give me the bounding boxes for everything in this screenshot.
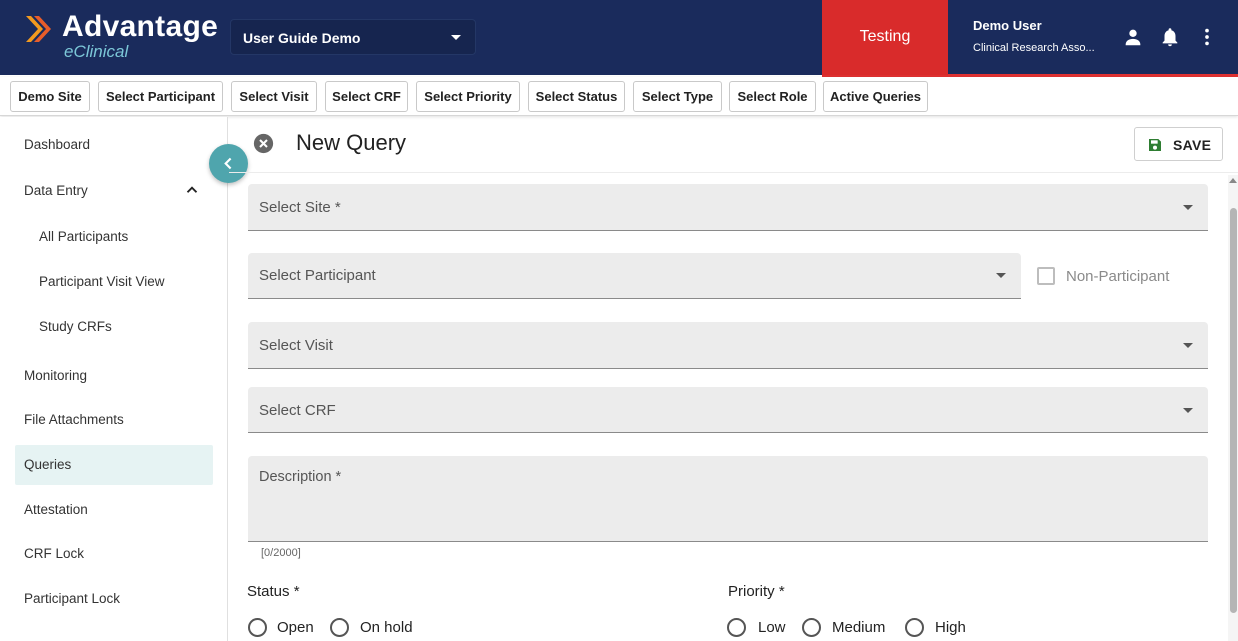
non-participant-checkbox[interactable] — [1037, 267, 1055, 285]
sidebar-item-dashboard[interactable]: Dashboard — [15, 125, 213, 165]
user-name: Demo User — [973, 18, 1042, 33]
caret-down-icon — [1183, 205, 1193, 210]
status-on-hold-label: On hold — [360, 619, 413, 636]
form-scrollbar-thumb[interactable] — [1230, 208, 1237, 613]
logo-subtitle: eClinical — [64, 42, 129, 61]
filter-priority[interactable]: Select Priority — [416, 81, 520, 112]
description-label: Description * — [259, 469, 342, 485]
crf-select-label: Select CRF — [259, 402, 336, 419]
chevron-up-icon — [186, 186, 198, 193]
site-select[interactable]: Select Site * — [248, 184, 1208, 231]
status-open-radio[interactable] — [248, 618, 267, 637]
priority-high-label: High — [935, 619, 966, 636]
site-select-label: Select Site * — [259, 199, 341, 216]
sidebar-item-attestation[interactable]: Attestation — [15, 490, 213, 530]
description-char-counter: [0/2000] — [261, 547, 301, 559]
status-label: Status * — [247, 583, 300, 600]
priority-low-label: Low — [758, 619, 786, 636]
sidebar-item-data-entry[interactable]: Data Entry — [15, 171, 213, 211]
study-select-value: User Guide Demo — [243, 30, 361, 46]
sidebar-item-file-attachments[interactable]: File Attachments — [15, 400, 213, 440]
page-title: New Query — [296, 130, 407, 155]
non-participant-label: Non-Participant — [1066, 268, 1170, 285]
filter-crf[interactable]: Select CRF — [325, 81, 408, 112]
person-icon[interactable] — [1122, 26, 1144, 48]
save-label: SAVE — [1173, 137, 1212, 153]
priority-medium-label: Medium — [832, 619, 886, 636]
sidebar-item-participant-visit-view[interactable]: Participant Visit View — [15, 262, 213, 302]
status-on-hold-radio[interactable] — [330, 618, 349, 637]
sidebar-item-monitoring[interactable]: Monitoring — [15, 356, 213, 396]
priority-low-radio[interactable] — [727, 618, 746, 637]
sidebar-item-study-crfs[interactable]: Study CRFs — [15, 307, 213, 347]
caret-down-icon — [1183, 408, 1193, 413]
sidebar-item-all-participants[interactable]: All Participants — [15, 217, 213, 257]
sidebar-item-queries[interactable]: Queries — [15, 445, 213, 485]
filter-visit[interactable]: Select Visit — [231, 81, 317, 112]
visit-select[interactable]: Select Visit — [248, 322, 1208, 369]
filter-bar: Demo Site Select Participant Select Visi… — [0, 77, 1238, 116]
filter-active-queries[interactable]: Active Queries — [823, 81, 928, 112]
caret-down-icon — [996, 273, 1006, 278]
participant-select[interactable]: Select Participant — [248, 253, 1021, 299]
user-role: Clinical Research Asso... — [973, 42, 1095, 54]
priority-medium-radio[interactable] — [802, 618, 821, 637]
close-icon[interactable] — [253, 133, 274, 154]
bell-icon[interactable] — [1159, 26, 1181, 48]
study-select[interactable]: User Guide Demo — [230, 19, 476, 55]
advantage-logo-icon — [26, 16, 51, 42]
description-textarea[interactable]: Description * — [248, 456, 1208, 542]
caret-down-icon — [451, 35, 461, 40]
caret-down-icon — [1183, 343, 1193, 348]
logo-title: Advantage — [62, 10, 219, 43]
save-button[interactable]: SAVE — [1134, 127, 1223, 161]
sidebar-item-label: Data Entry — [24, 183, 88, 198]
filter-role[interactable]: Select Role — [729, 81, 816, 112]
filter-participant[interactable]: Select Participant — [98, 81, 223, 112]
app-logo[interactable]: Advantage eClinical — [24, 10, 224, 64]
priority-label: Priority * — [728, 583, 785, 600]
environment-badge: Testing — [822, 0, 948, 75]
priority-high-radio[interactable] — [905, 618, 924, 637]
save-icon — [1149, 139, 1161, 151]
sidebar-item-crf-lock[interactable]: CRF Lock — [15, 534, 213, 574]
crf-select[interactable]: Select CRF — [248, 387, 1208, 433]
participant-select-label: Select Participant — [259, 267, 376, 284]
visit-select-label: Select Visit — [259, 337, 333, 354]
status-open-label: Open — [277, 619, 314, 636]
filter-type[interactable]: Select Type — [633, 81, 722, 112]
sidebar-item-participant-lock[interactable]: Participant Lock — [15, 579, 213, 619]
filter-status[interactable]: Select Status — [528, 81, 625, 112]
scroll-up-icon[interactable] — [1229, 178, 1237, 183]
filter-site[interactable]: Demo Site — [10, 81, 90, 112]
more-vert-icon[interactable] — [1196, 26, 1218, 48]
environment-label: Testing — [859, 28, 911, 45]
